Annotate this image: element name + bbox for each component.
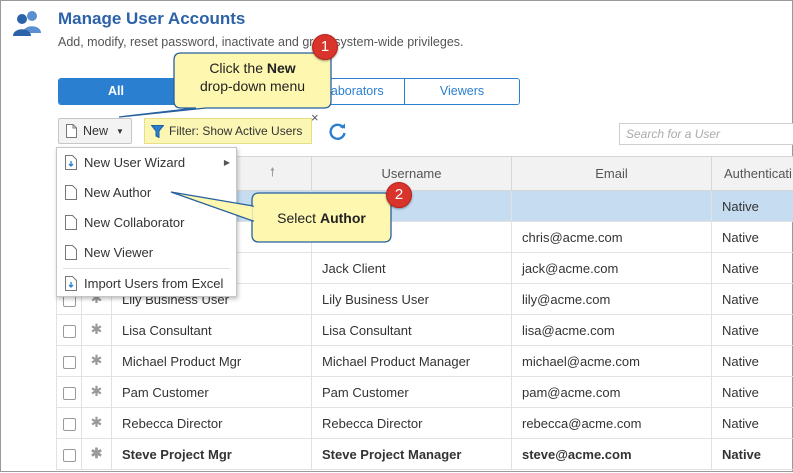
- menu-item-label: New Collaborator: [84, 215, 184, 230]
- cell-authentication: Native: [712, 222, 793, 253]
- tab-all[interactable]: All: [59, 79, 174, 104]
- gear-icon[interactable]: ✱: [91, 322, 103, 338]
- table-row[interactable]: ✱Pam CustomerPam Customerpam@acme.comNat…: [57, 377, 793, 408]
- cell-username: Steve Project Manager: [312, 439, 512, 470]
- column-header-email[interactable]: Email: [512, 157, 712, 191]
- menu-item-new-collaborator[interactable]: New Collaborator: [57, 208, 236, 236]
- cell-email: jack@acme.com: [512, 253, 712, 284]
- cell-email: lily@acme.com: [512, 284, 712, 315]
- cell-authentication: Native: [712, 284, 793, 315]
- document-icon: [65, 245, 77, 260]
- menu-item-new-viewer[interactable]: New Viewer: [57, 238, 236, 266]
- cell-email: steve@acme.com: [512, 439, 712, 470]
- cell-name: Lisa Consultant: [112, 315, 312, 346]
- cell-email: pam@acme.com: [512, 377, 712, 408]
- cell-name: Rebecca Director: [112, 408, 312, 439]
- cell-authentication: Native: [712, 191, 793, 222]
- menu-item-new-author[interactable]: New Author: [57, 178, 236, 206]
- table-row[interactable]: ✱ Michael Product MgrMichael Product Mana…: [57, 346, 793, 377]
- tab-viewers[interactable]: Viewers: [405, 79, 519, 104]
- import-icon: [65, 276, 77, 291]
- checkbox[interactable]: [63, 449, 76, 462]
- row-actions[interactable]: ✱: [82, 408, 112, 439]
- checkbox[interactable]: [63, 387, 76, 400]
- filter-label: Filter: Show Active Users: [169, 124, 302, 138]
- table-row[interactable]: ✱ Steve Project MgrSteve Project Managers…: [57, 439, 793, 470]
- step-badge-1: 1: [312, 34, 338, 60]
- cell-name: Michael Product Mgr: [112, 346, 312, 377]
- gear-icon[interactable]: ✱: [91, 353, 103, 369]
- menu-item-label: New User Wizard: [84, 155, 185, 170]
- menu-item-new-user-wizard[interactable]: New User Wizard ▶: [57, 148, 236, 176]
- users-icon: [11, 9, 47, 37]
- checkbox[interactable]: [63, 418, 76, 431]
- gear-icon[interactable]: ✱: [91, 446, 103, 462]
- row-checkbox[interactable]: [57, 346, 82, 377]
- cell-username: Pam Customer: [312, 377, 512, 408]
- cell-email: [512, 191, 712, 222]
- menu-item-label: New Author: [84, 185, 151, 200]
- new-dropdown-menu: New User Wizard ▶ New Author New Collabo…: [56, 147, 237, 297]
- row-checkbox[interactable]: [57, 377, 82, 408]
- cell-authentication: Native: [712, 253, 793, 284]
- cell-authentication: Native: [712, 408, 793, 439]
- cell-name: Pam Customer: [112, 377, 312, 408]
- cell-authentication: Native: [712, 439, 793, 470]
- menu-item-import-users[interactable]: Import Users from Excel: [57, 269, 236, 297]
- page-subtitle: Add, modify, reset password, inactivate …: [58, 35, 464, 49]
- chevron-down-icon: ▼: [116, 127, 124, 136]
- cell-email: michael@acme.com: [512, 346, 712, 377]
- row-checkbox[interactable]: [57, 439, 82, 470]
- checkbox[interactable]: [63, 356, 76, 369]
- chevron-right-icon: ▶: [224, 158, 230, 167]
- column-header-authentication[interactable]: Authenticati: [712, 157, 793, 191]
- page-title: Manage User Accounts: [58, 9, 245, 29]
- document-icon: [66, 124, 77, 138]
- step-badge-2: 2: [386, 182, 412, 208]
- gear-icon[interactable]: ✱: [91, 384, 103, 400]
- row-actions[interactable]: ✱: [82, 439, 112, 470]
- row-actions[interactable]: ✱: [82, 377, 112, 408]
- new-button-label: New: [83, 124, 108, 138]
- cell-username: Michael Product Manager: [312, 346, 512, 377]
- cell-authentication: Native: [712, 346, 793, 377]
- row-checkbox[interactable]: [57, 315, 82, 346]
- cell-username: Lisa Consultant: [312, 315, 512, 346]
- menu-item-label: New Viewer: [84, 245, 153, 260]
- refresh-icon[interactable]: [328, 121, 348, 146]
- cell-email: lisa@acme.com: [512, 315, 712, 346]
- document-icon: [65, 185, 77, 200]
- sort-up-icon: 🠕: [270, 165, 275, 179]
- checkbox[interactable]: [63, 325, 76, 338]
- cell-authentication: Native: [712, 377, 793, 408]
- funnel-icon: [151, 125, 164, 138]
- gear-icon[interactable]: ✱: [91, 415, 103, 431]
- new-button[interactable]: New ▼: [58, 118, 132, 144]
- document-wizard-icon: [65, 155, 77, 170]
- row-actions[interactable]: ✱: [82, 346, 112, 377]
- cell-username: Jack Client: [312, 253, 512, 284]
- callout-2-text: Select Author: [252, 209, 391, 227]
- cell-email: chris@acme.com: [512, 222, 712, 253]
- filter-chip[interactable]: Filter: Show Active Users: [144, 118, 312, 144]
- menu-item-label: Import Users from Excel: [84, 276, 223, 291]
- cell-email: rebecca@acme.com: [512, 408, 712, 439]
- close-icon[interactable]: ×: [311, 110, 319, 125]
- cell-name: Steve Project Mgr: [112, 439, 312, 470]
- callout-1-text: Click the New drop-down menu: [174, 59, 331, 95]
- row-actions[interactable]: ✱: [82, 315, 112, 346]
- cell-username: Lily Business User: [312, 284, 512, 315]
- column-header-username[interactable]: Username: [312, 157, 512, 191]
- cell-authentication: Native: [712, 315, 793, 346]
- search-input[interactable]: [619, 123, 793, 145]
- table-row[interactable]: ✱Rebecca DirectorRebecca Directorrebecca…: [57, 408, 793, 439]
- table-row[interactable]: ✱Lisa ConsultantLisa Consultantlisa@acme…: [57, 315, 793, 346]
- document-icon: [65, 215, 77, 230]
- cell-username: Rebecca Director: [312, 408, 512, 439]
- row-checkbox[interactable]: [57, 408, 82, 439]
